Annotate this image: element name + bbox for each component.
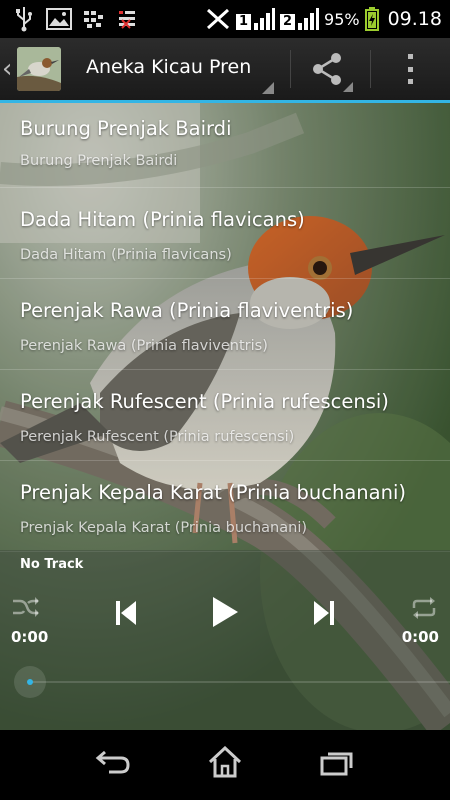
signal-off-icon (119, 11, 135, 29)
track-title: Burung Prenjak Bairdi (20, 117, 232, 140)
share-icon[interactable] (310, 52, 346, 86)
overflow-menu-icon[interactable] (398, 52, 422, 86)
sim2-badge: 2 (279, 14, 296, 30)
track-title: Perenjak Rawa (Prinia flaviventris) (20, 299, 354, 322)
sim1-badge: 1 (235, 14, 251, 30)
signal-bars-icon (298, 8, 320, 30)
recent-apps-icon[interactable] (320, 748, 354, 776)
divider (290, 50, 291, 88)
share-dropdown-indicator (343, 82, 353, 92)
sim1-signal: 1 (235, 8, 275, 30)
list-item[interactable]: Perenjak Rufescent (Prinia rufescensi) P… (0, 370, 450, 461)
now-playing-label: No Track (20, 557, 84, 572)
action-bar: ‹ Aneka Kicau Prenjak (0, 38, 450, 100)
play-icon[interactable] (211, 596, 239, 628)
status-indicators: 1 2 95% 09.18 (205, 6, 442, 32)
repeat-icon[interactable] (410, 596, 438, 620)
spinner-indicator (262, 82, 274, 94)
next-icon[interactable] (313, 600, 335, 626)
seek-thumb[interactable] (14, 666, 46, 698)
list-item[interactable]: Burung Prenjak Bairdi Burung Prenjak Bai… (0, 103, 450, 188)
clock: 09.18 (387, 8, 442, 30)
shuffle-icon[interactable] (12, 596, 40, 618)
no-data-icon (206, 8, 229, 30)
time-elapsed: 0:00 (11, 628, 49, 646)
list-item[interactable]: Perenjak Rawa (Prinia flaviventris) Pere… (0, 279, 450, 370)
track-subtitle: Perenjak Rawa (Prinia flaviventris) (20, 338, 268, 354)
track-subtitle: Dada Hitam (Prinia flavicans) (20, 247, 232, 263)
back-icon[interactable] (95, 748, 131, 776)
app-bird-icon[interactable] (17, 47, 61, 91)
battery-charging-icon (364, 7, 379, 31)
seek-bar[interactable] (30, 681, 450, 683)
list-item[interactable]: Prenjak Kepala Karat (Prinia buchanani) … (0, 461, 450, 552)
back-chevron-icon[interactable]: ‹ (2, 56, 12, 82)
track-list: Burung Prenjak Bairdi Burung Prenjak Bai… (0, 103, 450, 552)
track-subtitle: Burung Prenjak Bairdi (20, 153, 178, 169)
player-panel: No Track 0:00 0:00 (0, 550, 450, 730)
image-icon (46, 8, 72, 30)
main-content: Burung Prenjak Bairdi Burung Prenjak Bai… (0, 103, 450, 730)
app-title[interactable]: Aneka Kicau Prenjak (86, 56, 250, 78)
track-subtitle: Prenjak Kepala Karat (Prinia buchanani) (20, 520, 308, 536)
track-title: Dada Hitam (Prinia flavicans) (20, 208, 305, 231)
time-total: 0:00 (401, 628, 439, 646)
previous-icon[interactable] (115, 600, 137, 626)
divider (370, 50, 371, 88)
sim2-signal: 2 (279, 8, 320, 30)
navigation-bar (0, 730, 450, 800)
home-icon[interactable] (208, 746, 242, 778)
list-item[interactable]: Dada Hitam (Prinia flavicans) Dada Hitam… (0, 188, 450, 279)
status-bar: 1 2 95% 09.18 (0, 0, 450, 38)
track-title: Perenjak Rufescent (Prinia rufescensi) (20, 390, 389, 413)
battery-percent: 95% (324, 9, 360, 29)
signal-bars-icon (253, 8, 275, 30)
track-title: Prenjak Kepala Karat (Prinia buchanani) (20, 481, 406, 504)
track-subtitle: Perenjak Rufescent (Prinia rufescensi) (20, 429, 295, 445)
bbm-icon (84, 11, 103, 28)
usb-icon (16, 7, 32, 32)
